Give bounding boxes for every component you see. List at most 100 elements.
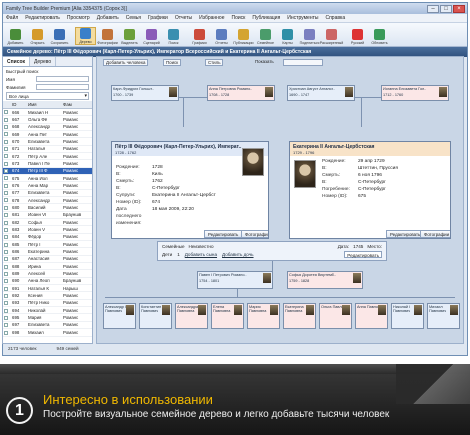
marriage-edit-button[interactable]: Редактировать <box>344 251 382 258</box>
toolbar-button[interactable]: Сохранить <box>49 29 70 45</box>
husband-edit-button[interactable]: Редактировать <box>204 230 243 238</box>
table-row[interactable]: 694 Николай Романс <box>3 306 92 315</box>
toolbar-button[interactable]: Графики <box>189 29 210 45</box>
row-checkbox[interactable] <box>4 257 8 262</box>
person-card[interactable]: Софья Доротея Вюртемб.. 1759 - 1828 <box>287 271 363 289</box>
menu-item[interactable]: Графики <box>148 15 168 21</box>
row-checkbox[interactable] <box>4 117 8 122</box>
table-row[interactable]: 678 Александр Романс <box>3 196 92 205</box>
row-checkbox[interactable] <box>4 213 8 218</box>
row-checkbox[interactable] <box>4 161 8 166</box>
row-checkbox[interactable] <box>4 132 8 137</box>
table-row[interactable]: 691 Наталья К Нарыш <box>3 284 92 293</box>
table-row[interactable]: 672 Пётр Але Романс <box>3 152 92 161</box>
menu-item[interactable]: Просмотр <box>67 15 90 21</box>
table-row[interactable]: 698 Михаил Романс <box>3 328 92 337</box>
row-checkbox[interactable] <box>4 191 8 196</box>
menu-item[interactable]: Файл <box>6 15 18 21</box>
toolbar-button[interactable]: Отчеты <box>211 29 232 45</box>
toolbar-button[interactable]: Добавить <box>5 29 26 45</box>
wife-card[interactable]: Екатерина II Ангальт-Цербстская 1729 - 17… <box>289 141 451 239</box>
row-checkbox[interactable] <box>4 323 8 328</box>
row-checkbox[interactable] <box>4 235 8 240</box>
tab-list[interactable]: Список <box>3 57 31 66</box>
table-row[interactable]: 692 Ксения Романс <box>3 291 92 300</box>
row-checkbox[interactable] <box>4 110 8 115</box>
row-checkbox[interactable] <box>4 279 8 284</box>
search-button[interactable]: Поиск <box>163 59 182 66</box>
table-row[interactable]: 689 Алексей Романс <box>3 269 92 278</box>
toolbar-button[interactable]: Русский <box>347 29 368 45</box>
table-row[interactable]: 687 Анастасия Романс <box>3 255 92 264</box>
table-row[interactable]: 683 Иоанн V Романс <box>3 225 92 234</box>
row-checkbox[interactable] <box>4 293 8 298</box>
row-checkbox[interactable] <box>4 154 8 159</box>
add-person-button[interactable]: Добавить человека <box>103 59 149 66</box>
row-checkbox[interactable] <box>4 330 8 335</box>
table-row[interactable]: 680 Василий Романс <box>3 203 92 212</box>
toolbar-button[interactable]: Публикации <box>233 29 254 45</box>
row-checkbox[interactable] <box>4 205 8 210</box>
table-row[interactable]: 677 Елизавета Романс <box>3 189 92 197</box>
table-row[interactable]: 690 Анна Леоп Брауншв <box>3 277 92 286</box>
row-checkbox[interactable] <box>4 220 8 225</box>
add-son-link[interactable]: Добавить сына <box>185 251 217 258</box>
filter-select[interactable]: Все лица ▾ <box>6 92 89 100</box>
table-row[interactable]: 682 Софья Романс <box>3 218 92 227</box>
toolbar-button[interactable]: Фотографии <box>97 29 118 45</box>
menu-item[interactable]: Инструменты <box>287 15 318 21</box>
name-input[interactable] <box>36 76 89 82</box>
person-card[interactable]: Карл-Фридрих Гольшт.. 1700 - 1739 <box>111 85 179 101</box>
wife-edit-button[interactable]: Редактировать <box>386 230 425 238</box>
person-card[interactable]: Константин Павлович <box>139 303 172 329</box>
table-row[interactable]: 685 Пётр I Романс <box>3 240 92 249</box>
row-checkbox[interactable] <box>4 271 8 276</box>
table-row[interactable]: 670 Елизавета Романс <box>3 137 92 146</box>
surname-input[interactable] <box>36 84 89 90</box>
menu-item[interactable]: Отчеты <box>175 15 192 21</box>
table-row[interactable]: 688 Ирина Романс <box>3 262 92 271</box>
table-row[interactable]: 676 Анна Мар Романс <box>3 181 92 190</box>
table-row[interactable]: 673 Павел I Пе Романс <box>3 159 92 168</box>
minimize-button[interactable]: – <box>427 4 439 13</box>
person-card[interactable]: Александр I Павлович <box>103 303 136 329</box>
add-daughter-link[interactable]: Добавить дочь <box>222 251 254 258</box>
table-row[interactable]: 667 Ольга Фё Романс <box>3 115 92 124</box>
menu-item[interactable]: Избранное <box>199 15 224 21</box>
row-checkbox[interactable] <box>4 147 8 152</box>
row-checkbox[interactable] <box>4 169 8 174</box>
table-row[interactable]: 675 Анна Иол Романс <box>3 174 92 183</box>
toolbar-button[interactable]: Выделить <box>119 29 140 45</box>
menu-item[interactable]: Поиск <box>231 15 245 21</box>
menu-item[interactable]: Редактировать <box>25 15 60 21</box>
person-card[interactable]: Ольга Павловна <box>319 303 352 329</box>
toolbar-button[interactable]: Поиск <box>163 29 184 45</box>
column-header[interactable]: ID <box>11 101 27 109</box>
tree-canvas[interactable]: Добавить человека Поиск Стиль Показать П… <box>96 56 464 344</box>
toolbar-button[interactable]: Сценарий <box>141 29 162 45</box>
toolbar-button[interactable]: Семейное <box>255 29 276 45</box>
row-checkbox[interactable] <box>4 301 8 306</box>
zoom-slider[interactable] <box>283 59 323 66</box>
menu-item[interactable]: Семья <box>126 15 141 21</box>
row-checkbox[interactable] <box>4 176 8 181</box>
table-row[interactable]: 697 Елизавета Романс <box>3 321 92 330</box>
table-row[interactable]: 686 Екатерина Романс <box>3 247 92 256</box>
row-checkbox[interactable] <box>4 125 8 130</box>
person-card[interactable]: Николай I Павлович <box>391 303 424 329</box>
person-card[interactable]: Анна Петровна Романо.. 1708 - 1728 <box>207 85 275 101</box>
menu-item[interactable]: Публикация <box>252 15 280 21</box>
toolbar-button[interactable]: Дерево <box>75 27 96 45</box>
table-row[interactable]: 684 Фёдор Романс <box>3 233 92 242</box>
row-checkbox[interactable] <box>4 315 8 320</box>
row-checkbox[interactable] <box>4 227 8 232</box>
person-card[interactable]: Христиан Август Ангальт.. 1690 - 1747 <box>287 85 355 101</box>
column-header[interactable]: Имя <box>27 101 62 109</box>
row-checkbox[interactable] <box>4 198 8 203</box>
table-row[interactable]: 681 Иоанн VI Брауншв <box>3 211 92 220</box>
row-checkbox[interactable] <box>4 183 8 188</box>
menu-item[interactable]: Добавить <box>97 15 119 21</box>
husband-photos-button[interactable]: Фотографии <box>241 230 268 238</box>
row-checkbox[interactable] <box>4 249 8 254</box>
row-checkbox[interactable] <box>4 242 8 247</box>
